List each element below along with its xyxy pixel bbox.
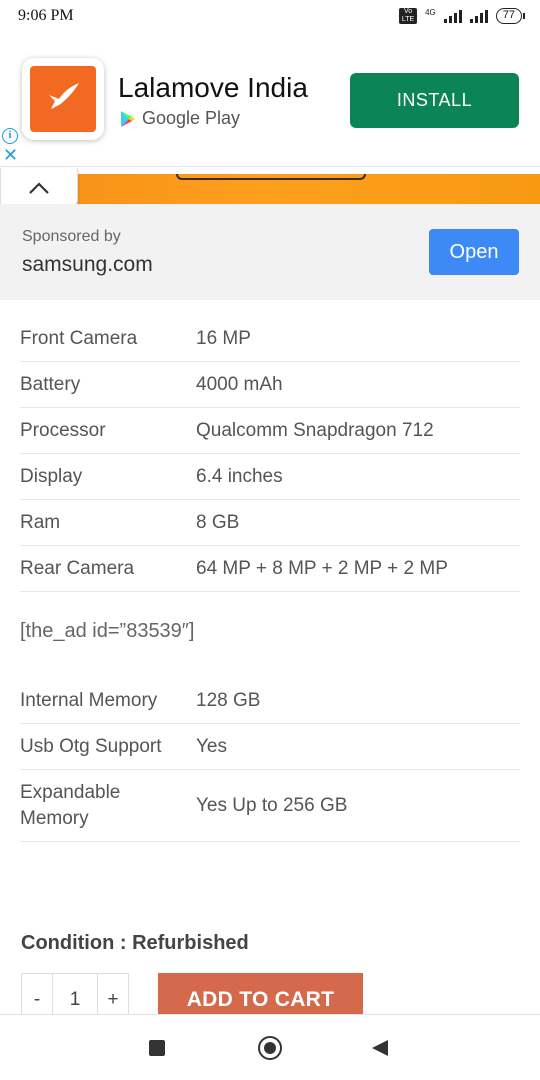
spec-label: Internal Memory [20,689,158,711]
table-row: Front Camera 16 MP [20,316,520,362]
sponsored-banner[interactable]: Sponsored by samsung.com Open [0,204,540,300]
home-circle-icon[interactable] [258,1036,282,1060]
spec-label: Front Camera [20,327,138,349]
table-row: Ram 8 GB [20,500,520,546]
ad-divider [0,166,540,167]
spec-label: Rear Camera [20,557,135,579]
collapse-ad-button[interactable] [0,168,78,208]
battery-icon: 77 [495,8,526,24]
spec-value: 8 GB [196,511,240,533]
status-icons: Vo LTE 4G 77 [399,7,526,24]
recents-square-icon[interactable] [149,1040,165,1056]
table-row: Rear Camera 64 MP + 8 MP + 2 MP + 2 MP [20,546,520,592]
spec-label: Processor [20,419,106,441]
table-row: Battery 4000 mAh [20,362,520,408]
spec-label: Battery [20,373,81,395]
volte-icon: Vo LTE [399,8,418,24]
product-condition: Condition : Refurbished [21,932,249,954]
signal-icon-2 [469,9,488,23]
signal-icon [443,9,462,23]
install-button[interactable]: INSTALL [350,73,519,128]
chevron-up-icon [29,181,49,194]
phone-image-edge [176,174,366,180]
app-icon[interactable] [22,58,104,140]
store-name: Google Play [142,108,241,128]
system-nav-bar [0,1014,540,1080]
table-row: Usb Otg Support Yes [20,724,520,770]
table-row: Processor Qualcomm Snapdragon 712 [20,408,520,454]
google-play-icon [121,110,135,127]
spec-value: 6.4 inches [196,465,283,487]
store-badge: Google Play [120,108,240,129]
app-install-ad[interactable]: Lalamove India Google Play INSTALL i ✕ [0,52,540,164]
sponsored-by-label: Sponsored by [22,228,121,245]
spec-label: Display [20,465,83,487]
banner-image-strip[interactable] [76,174,540,204]
spec-label: Expandable Memory [20,781,121,829]
sponsor-domain[interactable]: samsung.com [22,253,153,277]
ad-shortcode-text: [the_ad id=”83539″] [20,620,195,642]
ad-close-icon[interactable]: ✕ [3,146,18,164]
ad-info-icon[interactable]: i [2,128,18,144]
status-bar: 9:06 PM Vo LTE 4G 77 [0,0,540,34]
spec-label: Ram [20,511,61,533]
app-name: Lalamove India [118,72,308,103]
spec-value: 128 GB [196,689,261,711]
spec-value: 64 MP + 8 MP + 2 MP + 2 MP [196,557,448,579]
table-row: Expandable Memory Yes Up to 256 GB [20,770,520,842]
table-row: Display 6.4 inches [20,454,520,500]
table-row: Internal Memory 128 GB [20,678,520,724]
spec-value: Yes [196,735,227,757]
back-triangle-icon[interactable] [372,1040,388,1056]
network-type: 4G [425,7,436,17]
hummingbird-logo-icon [30,66,96,132]
spec-label: Usb Otg Support [20,735,162,757]
status-time: 9:06 PM [18,7,74,24]
spec-value: Qualcomm Snapdragon 712 [196,419,434,441]
open-button[interactable]: Open [429,229,519,275]
spec-value: Yes Up to 256 GB [196,794,348,816]
spec-table: Front Camera 16 MP Battery 4000 mAh Proc… [20,316,520,842]
spec-value: 16 MP [196,327,251,349]
spec-value: 4000 mAh [196,373,283,395]
